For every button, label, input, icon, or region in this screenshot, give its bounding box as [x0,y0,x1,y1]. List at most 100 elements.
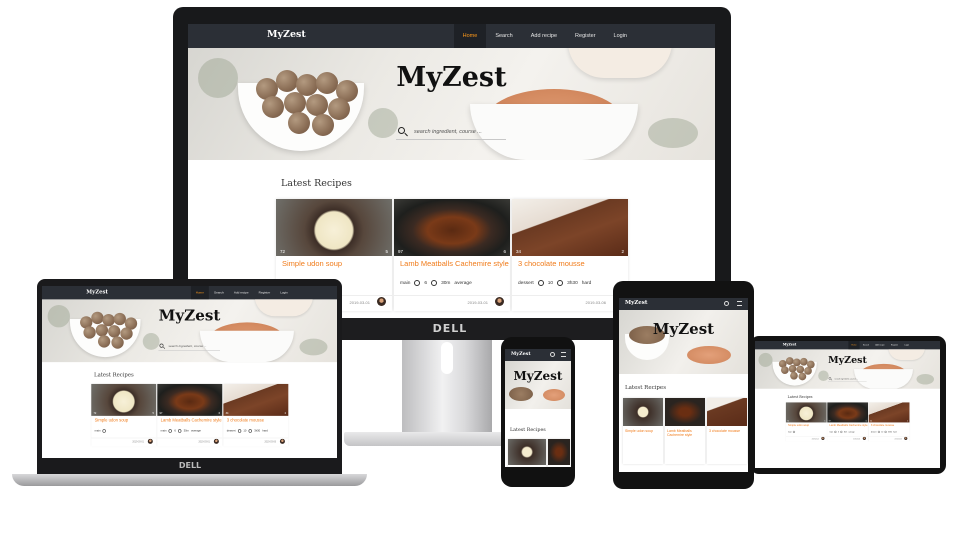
author-avatar[interactable] [821,436,825,440]
brand-logo[interactable]: MyZest [511,351,531,357]
hero-title: MyZest [652,320,715,338]
smartphone-screen: MyZest MyZest Latest Recipes [505,349,571,467]
recipe-card[interactable]: 72 5 Simple udon soup main 2019-03-01 [785,402,827,442]
nav-login[interactable]: Login [275,286,293,299]
views-count: 34 [516,249,522,254]
cook-time: 30m [843,431,848,433]
views-count: 72 [280,249,286,254]
search-input[interactable] [168,343,219,350]
phone-site: MyZest MyZest Latest Recipes [505,349,571,467]
likes-count: 2 [907,419,909,422]
recipe-title[interactable]: Simple udon soup [625,429,661,433]
brand-logo[interactable]: MyZest [86,289,108,295]
nav-search[interactable]: Search [486,24,521,48]
recipe-card[interactable]: 3 chocolate mousse [707,398,747,464]
recipe-title[interactable]: Simple udon soup [282,259,392,278]
hero-search[interactable] [158,343,221,351]
recipe-card[interactable]: 34 2 3 chocolate mousse dessert 10 3h30 … [868,402,910,442]
search-icon[interactable] [159,343,164,348]
recipe-card[interactable]: 34 2 3 chocolate mousse dessert 10 3h30 … [512,199,628,311]
recipe-image[interactable]: 72 5 [91,383,157,416]
clock-icon [248,429,252,433]
views-count: 72 [787,419,790,422]
nav-add-recipe[interactable]: Add recipe [229,286,254,299]
hero-search[interactable] [828,376,867,382]
recipe-card[interactable]: Lamb Meatballs Cachemire style [665,398,705,464]
recipe-image[interactable]: 34 2 [868,402,910,423]
nav-register[interactable]: Register [566,24,604,48]
recipe-title[interactable]: Lamb Meatballs Cachemire style [400,259,510,278]
brand-logo[interactable]: MyZest [783,343,797,347]
brand-logo[interactable]: MyZest [267,29,306,40]
recipe-card[interactable]: 34 2 3 chocolate mousse dessert 10 3h30 … [223,383,289,447]
author-avatar[interactable] [862,436,866,440]
recipe-image[interactable]: 72 5 [785,402,827,423]
recipe-image[interactable]: 97 6 [157,383,223,416]
nav-search[interactable]: Search [860,341,872,349]
recipe-card[interactable]: 72 5 Simple udon soup main 2019-03-01 [91,383,157,447]
author-avatar[interactable] [495,297,504,306]
nav-login[interactable]: Login [901,341,912,349]
recipe-title[interactable]: Simple udon soup [95,418,157,428]
search-icon[interactable] [724,301,729,306]
hero-banner: MyZest [619,310,748,374]
recipe-title[interactable]: Lamb Meatballs Cachemire style [161,418,223,428]
recipe-image[interactable]: 34 2 [512,199,628,256]
recipe-image[interactable]: 34 2 [223,383,289,416]
card-footer: 2019-03-01 [157,437,223,445]
search-input[interactable] [834,376,866,382]
recipe-card[interactable]: 97 6 Lamb Meatballs Cachemire style main… [827,402,869,442]
recipe-title[interactable]: Lamb Meatballs Cachemire style [667,429,703,437]
recipe-date: 2019-03-01 [811,437,819,440]
search-icon[interactable] [398,127,405,134]
views-count: 97 [828,419,831,422]
recipe-card[interactable] [508,439,546,467]
nav-add-recipe[interactable]: Add recipe [522,24,566,48]
difficulty-label: hard [262,429,268,433]
likes-count: 6 [865,419,867,422]
search-icon[interactable] [828,377,832,380]
recipe-card[interactable]: Simple udon soup [623,398,663,464]
nav-add-recipe[interactable]: Add recipe [872,341,888,349]
nav-register[interactable]: Register [888,341,902,349]
nav-register[interactable]: Register [254,286,276,299]
author-avatar[interactable] [213,438,219,444]
recipe-image[interactable]: 72 5 [276,199,392,256]
tablet-landscape-screen: MyZest Home Search Add recipe Register L… [755,341,940,468]
recipe-title[interactable]: 3 chocolate mousse [871,424,910,430]
menu-icon[interactable] [561,352,566,357]
recipe-title[interactable]: Lamb Meatballs Cachemire style [829,424,868,430]
recipe-date: 2019-03-06 [585,300,606,305]
recipe-card[interactable]: 97 6 Lamb Meatballs Cachemire style main… [157,383,223,447]
nav-login[interactable]: Login [605,24,636,48]
brand-logo[interactable]: MyZest [625,300,647,306]
recipe-meta: main 6 30m average [160,429,223,433]
search-input[interactable] [414,126,504,138]
nav-search[interactable]: Search [209,286,229,299]
tablet-portrait-site: MyZest MyZest Latest Recipes Simple udon… [619,298,748,472]
recipe-title[interactable]: 3 chocolate mousse [709,429,745,433]
recipe-title[interactable]: 3 chocolate mousse [227,418,289,428]
nav-home[interactable]: Home [190,286,209,300]
recipe-title[interactable]: Simple udon soup [788,424,827,430]
menu-icon[interactable] [737,301,742,306]
recipe-meta: dessert 10 3h30 hard [227,429,289,433]
nav-home[interactable]: Home [453,24,487,48]
author-avatar[interactable] [147,438,153,444]
nav-home[interactable]: Home [848,341,860,350]
recipe-title[interactable]: 3 chocolate mousse [518,259,628,278]
course-label: main [160,429,167,433]
search-icon[interactable] [550,352,555,357]
recipe-card[interactable] [548,439,570,467]
recipe-image[interactable]: 97 6 [827,402,869,423]
author-avatar[interactable] [377,297,386,306]
recipe-image[interactable]: 97 6 [394,199,510,256]
servings-icon [168,429,173,433]
hero-banner: MyZest [505,361,571,409]
author-avatar[interactable] [279,438,285,444]
recipe-card[interactable]: 97 6 Lamb Meatballs Cachemire style main… [394,199,510,311]
servings-icon [414,280,421,286]
nav-bar: MyZest Home Search Add recipe Register L… [755,341,940,350]
author-avatar[interactable] [904,436,908,440]
hero-search[interactable] [396,126,506,140]
